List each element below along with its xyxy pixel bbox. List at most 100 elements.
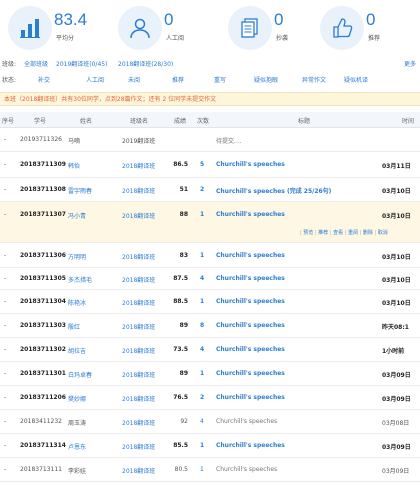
status-option-manual[interactable]: 人工阅 <box>86 74 104 88</box>
row-student-name[interactable]: 韩怡 <box>68 161 80 170</box>
table-row[interactable]: - 20183411232 周玉涛 2018翻译班 92 4 Churchill's spe… <box>0 410 420 434</box>
row-essay-title[interactable]: Churchill's speeches <box>216 211 285 218</box>
recommend-action[interactable]: 推荐 <box>318 230 328 236</box>
table-row[interactable]: - 20183711307 冯小青 2018翻译班 88 1 Churchill's spe… <box>0 202 420 243</box>
row-class-name[interactable]: 2018翻译班 <box>122 418 155 427</box>
status-option-late[interactable]: 补交 <box>38 74 50 88</box>
row-class-name[interactable]: 2018翻译班 <box>122 161 155 170</box>
table-row[interactable]: - 20183711304 陈艳冰 2018翻译班 88.5 1 Churchill's s… <box>0 290 420 314</box>
row-attempt-count[interactable]: 1 <box>200 252 204 259</box>
row-student-name[interactable]: 马嘀 <box>68 136 80 145</box>
table-row[interactable]: - 20183711303 殷红 2018翻译班 89 8 Churchill's spee… <box>0 314 420 338</box>
row-attempt-count[interactable]: 4 <box>200 275 204 282</box>
status-option-machine-translation[interactable]: 疑似机译 <box>344 74 368 88</box>
row-class-name[interactable]: 2018翻译班 <box>122 298 155 307</box>
row-essay-title[interactable]: Churchill's speeches <box>216 161 285 168</box>
row-essay-title[interactable]: Churchill's speeches <box>216 442 285 449</box>
class-option-all[interactable]: 全部班级 <box>24 58 48 72</box>
row-attempt-count[interactable]: 8 <box>200 322 204 329</box>
row-student-name[interactable]: 殷红 <box>68 322 80 331</box>
cancel-action[interactable]: 取消 <box>378 230 388 236</box>
row-attempt-count[interactable]: 1 <box>200 211 204 218</box>
row-student-name[interactable]: 陈艳冰 <box>68 298 86 307</box>
row-class-name[interactable]: 2018翻译班 <box>122 346 155 355</box>
row-class-name[interactable]: 2018翻译班 <box>122 211 155 220</box>
row-essay-title[interactable]: Churchill's speeches (完成 25/26句) <box>216 186 331 195</box>
status-option-suspected-copy[interactable]: 疑似抱眼 <box>254 74 278 88</box>
row-class-name[interactable]: 2018翻译班 <box>122 394 155 403</box>
rereview-action[interactable]: 重阅 <box>348 230 358 236</box>
table-row[interactable]: - 20183711308 雷宇雨春 2018翻译班 51 2 Churchill's sp… <box>0 178 420 202</box>
row-essay-title[interactable]: Churchill's speeches <box>216 275 285 282</box>
header-score[interactable]: 成绩 <box>174 116 186 125</box>
row-student-name[interactable]: 雷宇雨春 <box>68 186 92 195</box>
row-essay-title[interactable]: Churchill's speeches <box>216 346 285 353</box>
row-essay-title[interactable]: Churchill's speeches <box>216 298 285 305</box>
row-attempt-count[interactable]: 1 <box>200 442 204 449</box>
row-student-name[interactable]: 冯小青 <box>68 211 86 220</box>
table-row[interactable]: - 20193711326 马嘀 2019翻译班 待提交.... <box>0 128 420 152</box>
status-option-rewrite[interactable]: 重写 <box>214 74 226 88</box>
table-row[interactable]: - 20183711206 樊妙娜 2018翻译班 76.5 2 Churchill's s… <box>0 386 420 410</box>
row-attempt-count[interactable]: 2 <box>200 394 204 401</box>
header-class[interactable]: 班级名 <box>130 116 148 125</box>
table-row[interactable]: - 20183711306 方明明 2018翻译班 83 1 Churchill's spe… <box>0 243 420 268</box>
header-name[interactable]: 姓名 <box>80 116 92 125</box>
row-essay-title[interactable]: Churchill's speeches <box>216 418 277 425</box>
row-attempt-count[interactable]: 4 <box>200 418 204 425</box>
row-essay-title[interactable]: Churchill's speeches <box>216 394 285 401</box>
header-count[interactable]: 次数 <box>197 116 209 125</box>
submission-notice: 本班（2018翻译班）共有30位同学，点到28篇作文；还有 2 位同学未提交作文 <box>0 92 420 106</box>
row-essay-title[interactable]: Churchill's speeches <box>216 322 285 329</box>
row-student-name[interactable]: 方明明 <box>68 252 86 261</box>
table-row[interactable]: - 20183711309 韩怡 2018翻译班 86.5 5 Churchill's sp… <box>0 152 420 178</box>
status-option-unread[interactable]: 未阅 <box>128 74 140 88</box>
class-option-2018[interactable]: 2018翻译班(28/30) <box>118 58 173 72</box>
row-attempt-count[interactable]: 1 <box>200 298 204 305</box>
row-student-name[interactable]: 樊妙娜 <box>68 394 86 403</box>
row-student-name[interactable]: 李彩娃 <box>68 466 86 475</box>
row-student-name[interactable]: 周玉涛 <box>68 418 86 427</box>
row-class-name[interactable]: 2018翻译班 <box>122 186 155 195</box>
row-class-name[interactable]: 2018翻译班 <box>122 275 155 284</box>
stat-plagiarism[interactable]: 0 抄袭 <box>228 6 318 50</box>
class-option-2019[interactable]: 2019翻译班(0/45) <box>56 58 107 72</box>
row-essay-title[interactable]: Churchill's speeches <box>216 370 285 377</box>
row-student-name[interactable]: 白玛卓春 <box>68 370 92 379</box>
stat-label: 推荐 <box>368 35 381 42</box>
row-student-name[interactable]: 卢恩东 <box>68 442 86 451</box>
row-attempt-count[interactable]: 5 <box>200 161 204 168</box>
row-class-name[interactable]: 2018翻译班 <box>122 252 155 261</box>
more-link[interactable]: 更多 <box>404 58 416 72</box>
row-attempt-count[interactable]: 2 <box>200 186 204 193</box>
table-row[interactable]: - 20183711305 多杰措毛 2018翻译班 87.5 4 Churchill's … <box>0 268 420 290</box>
delete-action[interactable]: 删除 <box>363 230 373 236</box>
status-option-recommend[interactable]: 推荐 <box>172 74 184 88</box>
row-class-name[interactable]: 2018翻译班 <box>122 322 155 331</box>
table-row[interactable]: - 20183711301 白玛卓春 2018翻译班 89 1 Churchill's sp… <box>0 362 420 386</box>
header-time[interactable]: 时间 <box>402 116 414 125</box>
row-class-name[interactable]: 2018翻译班 <box>122 370 155 379</box>
row-essay-title[interactable]: Churchill's speeches <box>216 252 285 259</box>
stat-recommend[interactable]: 0 推荐 <box>320 6 415 50</box>
row-essay-title[interactable]: Churchill's speeches <box>216 466 277 473</box>
row-class-name[interactable]: 2018翻译班 <box>122 442 155 451</box>
view-action[interactable]: 查看 <box>333 230 343 236</box>
header-student-id[interactable]: 学号 <box>34 116 46 125</box>
stat-label: 抄袭 <box>276 35 289 42</box>
table-row[interactable]: - 20183711314 卢恩东 2018翻译班 85.5 1 Churchill's s… <box>0 434 420 458</box>
row-essay-title[interactable]: 待提交.... <box>216 136 242 145</box>
row-attempt-count[interactable]: 4 <box>200 346 204 353</box>
row-student-name[interactable]: 多杰措毛 <box>68 275 92 284</box>
row-dot: - <box>4 252 7 259</box>
preview-action[interactable]: 预览 <box>303 230 313 236</box>
row-class-name[interactable]: 2018翻译班 <box>122 466 155 475</box>
row-class-name[interactable]: 2019翻译班 <box>122 136 155 145</box>
stat-manual-review[interactable]: 0 人工阅 <box>118 6 208 50</box>
row-student-name[interactable]: 胡拉吉 <box>68 346 86 355</box>
table-row[interactable]: - 20183713111 李彩娃 2018翻译班 80.5 1 Churchill's s… <box>0 458 420 482</box>
status-option-abnormal[interactable]: 异常作文 <box>302 74 326 88</box>
table-row[interactable]: - 20183711302 胡拉吉 2018翻译班 73.5 4 Churchill's s… <box>0 338 420 362</box>
row-attempt-count[interactable]: 1 <box>200 466 204 473</box>
row-attempt-count[interactable]: 1 <box>200 370 204 377</box>
